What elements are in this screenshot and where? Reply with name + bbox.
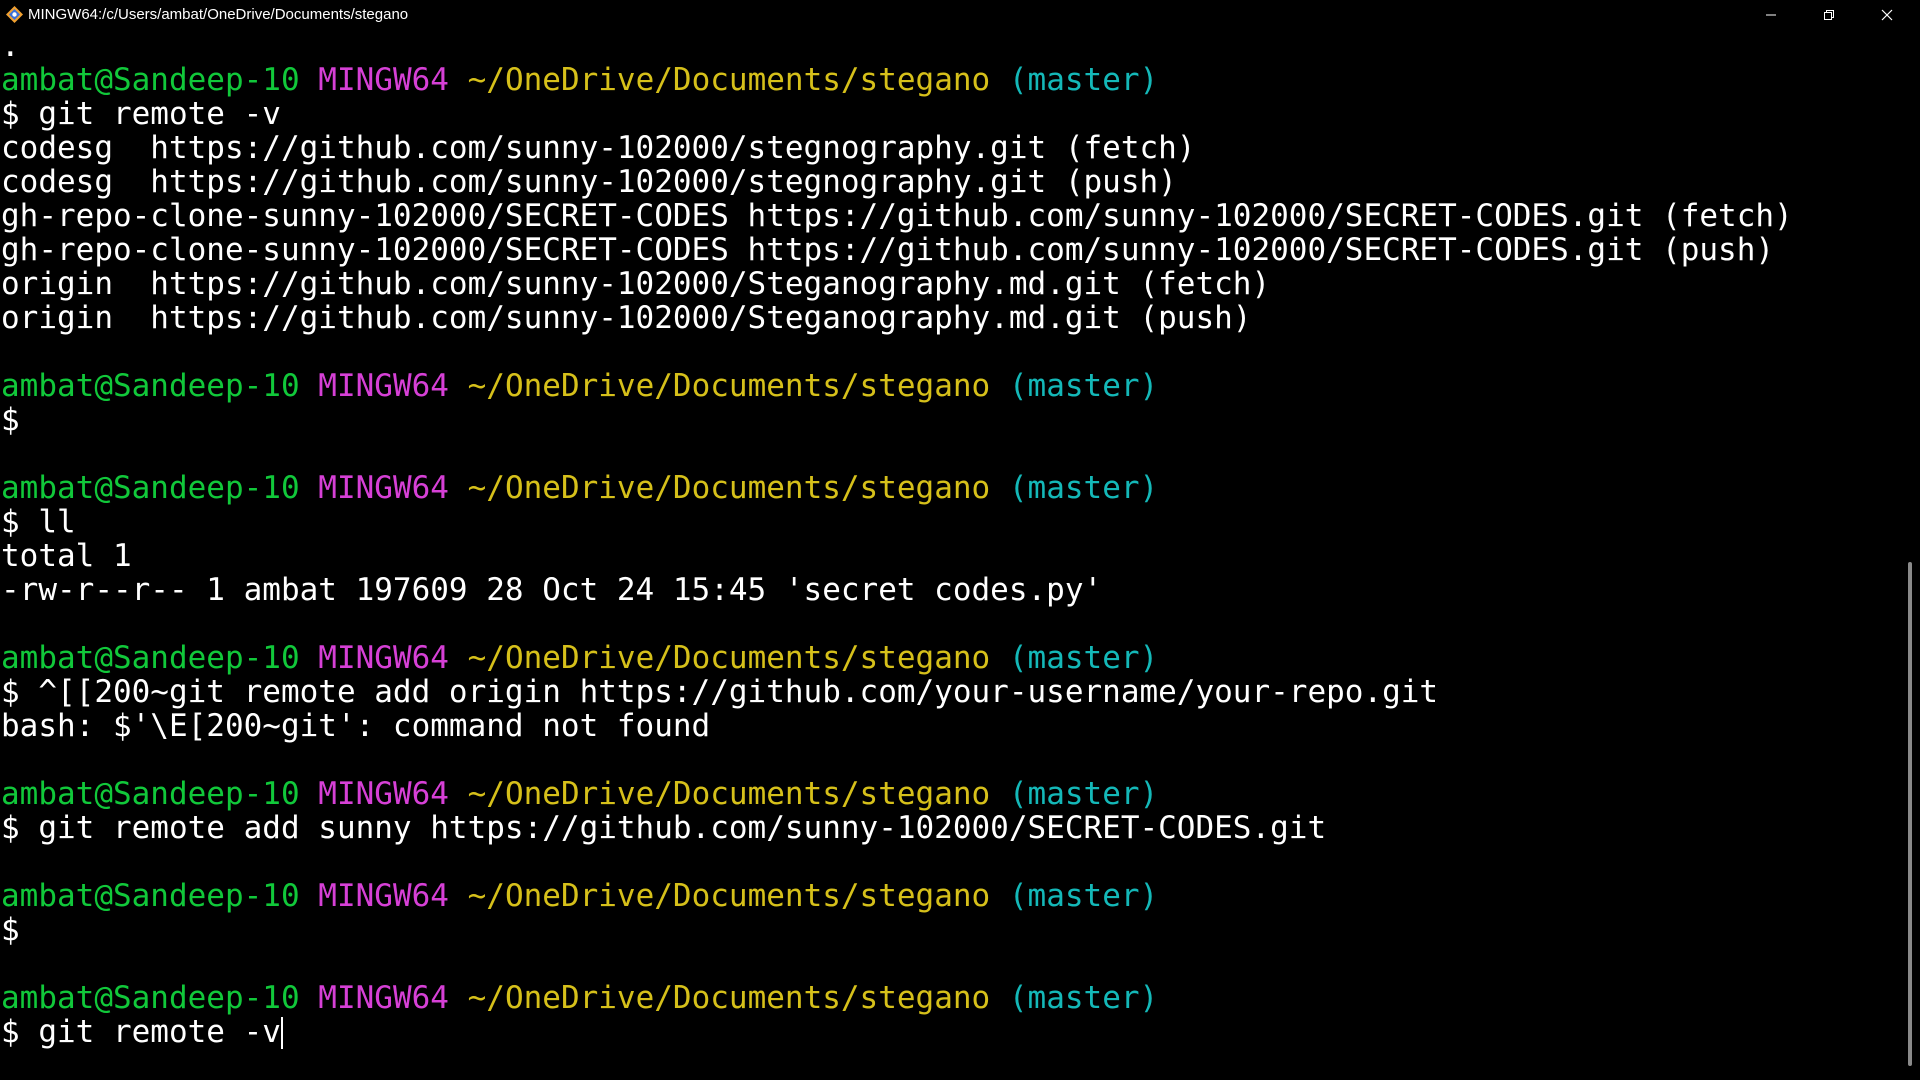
output-text: $ git remote -v xyxy=(1,96,281,132)
output-line: $ git remote -v xyxy=(0,97,1900,131)
prompt-system: MINGW64 xyxy=(318,640,449,676)
window-title: MINGW64:/c/Users/ambat/OneDrive/Document… xyxy=(28,6,409,23)
output-line: bash: $'\E[200~git': command not found xyxy=(0,709,1900,743)
prompt-user-host: ambat@Sandeep-10 xyxy=(1,62,300,98)
output-line: $ ll xyxy=(0,505,1900,539)
minimize-button[interactable] xyxy=(1742,0,1800,29)
output-text: $ ^[[200~git remote add origin https://g… xyxy=(1,674,1439,710)
prompt-path: ~/OneDrive/Documents/stegano xyxy=(467,640,991,676)
close-button[interactable] xyxy=(1858,0,1916,29)
terminal-window: MINGW64:/c/Users/ambat/OneDrive/Document… xyxy=(0,0,1920,1080)
output-line: origin https://github.com/sunny-102000/S… xyxy=(0,301,1900,335)
prompt-line: ambat@Sandeep-10 MINGW64 ~/OneDrive/Docu… xyxy=(0,981,1900,1015)
terminal-output[interactable]: . ambat@Sandeep-10 MINGW64 ~/OneDrive/Doc… xyxy=(0,29,1900,1080)
output-text: origin https://github.com/sunny-102000/S… xyxy=(1,266,1271,302)
git-bash-icon xyxy=(6,6,23,23)
restore-icon xyxy=(1824,9,1834,20)
prompt-branch: (master) xyxy=(1008,62,1159,98)
prompt-system: MINGW64 xyxy=(318,62,449,98)
output-text: codesg https://github.com/sunny-102000/s… xyxy=(1,130,1196,166)
prompt-line: ambat@Sandeep-10 MINGW64 ~/OneDrive/Docu… xyxy=(0,641,1900,675)
output-line: gh-repo-clone-sunny-102000/SECRET-CODES … xyxy=(0,233,1900,267)
output-line: codesg https://github.com/sunny-102000/s… xyxy=(0,165,1900,199)
command-text: $ git remote -v xyxy=(1,1014,281,1050)
output-line: -rw-r--r-- 1 ambat 197609 28 Oct 24 15:4… xyxy=(0,573,1900,607)
prompt-line: ambat@Sandeep-10 MINGW64 ~/OneDrive/Docu… xyxy=(0,63,1900,97)
prompt-user-host: ambat@Sandeep-10 xyxy=(1,980,300,1016)
output-line: $ xyxy=(0,913,1900,947)
vertical-scrollbar[interactable] xyxy=(1900,29,1920,1080)
restore-button[interactable] xyxy=(1800,0,1858,29)
prompt-path: ~/OneDrive/Documents/stegano xyxy=(467,470,991,506)
prompt-user-host: ambat@Sandeep-10 xyxy=(1,878,300,914)
output-text: $ git remote add sunny https://github.co… xyxy=(1,810,1327,846)
prompt-system: MINGW64 xyxy=(318,470,449,506)
output-text: bash: $'\E[200~git': command not found xyxy=(1,708,711,744)
output-text: gh-repo-clone-sunny-102000/SECRET-CODES … xyxy=(1,198,1793,234)
prompt-branch: (master) xyxy=(1008,368,1159,404)
output-line: $ ^[[200~git remote add origin https://g… xyxy=(0,675,1900,709)
output-line: $ xyxy=(0,403,1900,437)
command-input-line: $ git remote -v xyxy=(0,1015,1900,1049)
output-line: origin https://github.com/sunny-102000/S… xyxy=(0,267,1900,301)
scrollbar-thumb[interactable] xyxy=(1908,562,1912,1066)
prompt-branch: (master) xyxy=(1008,776,1159,812)
prompt-system: MINGW64 xyxy=(318,776,449,812)
output-line: $ git remote add sunny https://github.co… xyxy=(0,811,1900,845)
prompt-system: MINGW64 xyxy=(318,368,449,404)
prompt-path: ~/OneDrive/Documents/stegano xyxy=(467,776,991,812)
prompt-user-host: ambat@Sandeep-10 xyxy=(1,640,300,676)
output-line: codesg https://github.com/sunny-102000/s… xyxy=(0,131,1900,165)
prompt-user-host: ambat@Sandeep-10 xyxy=(1,368,300,404)
output-line: . xyxy=(0,29,1900,63)
output-text: $ xyxy=(1,912,20,948)
prompt-user-host: ambat@Sandeep-10 xyxy=(1,470,300,506)
prompt-system: MINGW64 xyxy=(318,980,449,1016)
prompt-line: ambat@Sandeep-10 MINGW64 ~/OneDrive/Docu… xyxy=(0,879,1900,913)
output-text: $ ll xyxy=(1,504,76,540)
prompt-line: ambat@Sandeep-10 MINGW64 ~/OneDrive/Docu… xyxy=(0,471,1900,505)
prompt-user-host: ambat@Sandeep-10 xyxy=(1,776,300,812)
prompt-path: ~/OneDrive/Documents/stegano xyxy=(467,62,991,98)
minimize-icon xyxy=(1766,14,1776,15)
prompt-path: ~/OneDrive/Documents/stegano xyxy=(467,980,991,1016)
output-text: . xyxy=(1,29,20,64)
title-bar[interactable]: MINGW64:/c/Users/ambat/OneDrive/Document… xyxy=(0,0,1920,29)
prompt-branch: (master) xyxy=(1008,640,1159,676)
prompt-branch: (master) xyxy=(1008,470,1159,506)
output-line: total 1 xyxy=(0,539,1900,573)
output-text: total 1 xyxy=(1,538,132,574)
prompt-branch: (master) xyxy=(1008,980,1159,1016)
prompt-path: ~/OneDrive/Documents/stegano xyxy=(467,878,991,914)
output-text: codesg https://github.com/sunny-102000/s… xyxy=(1,164,1177,200)
prompt-path: ~/OneDrive/Documents/stegano xyxy=(467,368,991,404)
text-cursor xyxy=(280,1017,283,1049)
prompt-line: ambat@Sandeep-10 MINGW64 ~/OneDrive/Docu… xyxy=(0,369,1900,403)
prompt-system: MINGW64 xyxy=(318,878,449,914)
output-text: origin https://github.com/sunny-102000/S… xyxy=(1,300,1252,336)
output-line: gh-repo-clone-sunny-102000/SECRET-CODES … xyxy=(0,199,1900,233)
output-text: -rw-r--r-- 1 ambat 197609 28 Oct 24 15:4… xyxy=(1,572,1103,608)
output-text: $ xyxy=(1,402,20,438)
output-text: gh-repo-clone-sunny-102000/SECRET-CODES … xyxy=(1,232,1775,268)
prompt-branch: (master) xyxy=(1008,878,1159,914)
close-icon xyxy=(1881,9,1893,20)
prompt-line: ambat@Sandeep-10 MINGW64 ~/OneDrive/Docu… xyxy=(0,777,1900,811)
